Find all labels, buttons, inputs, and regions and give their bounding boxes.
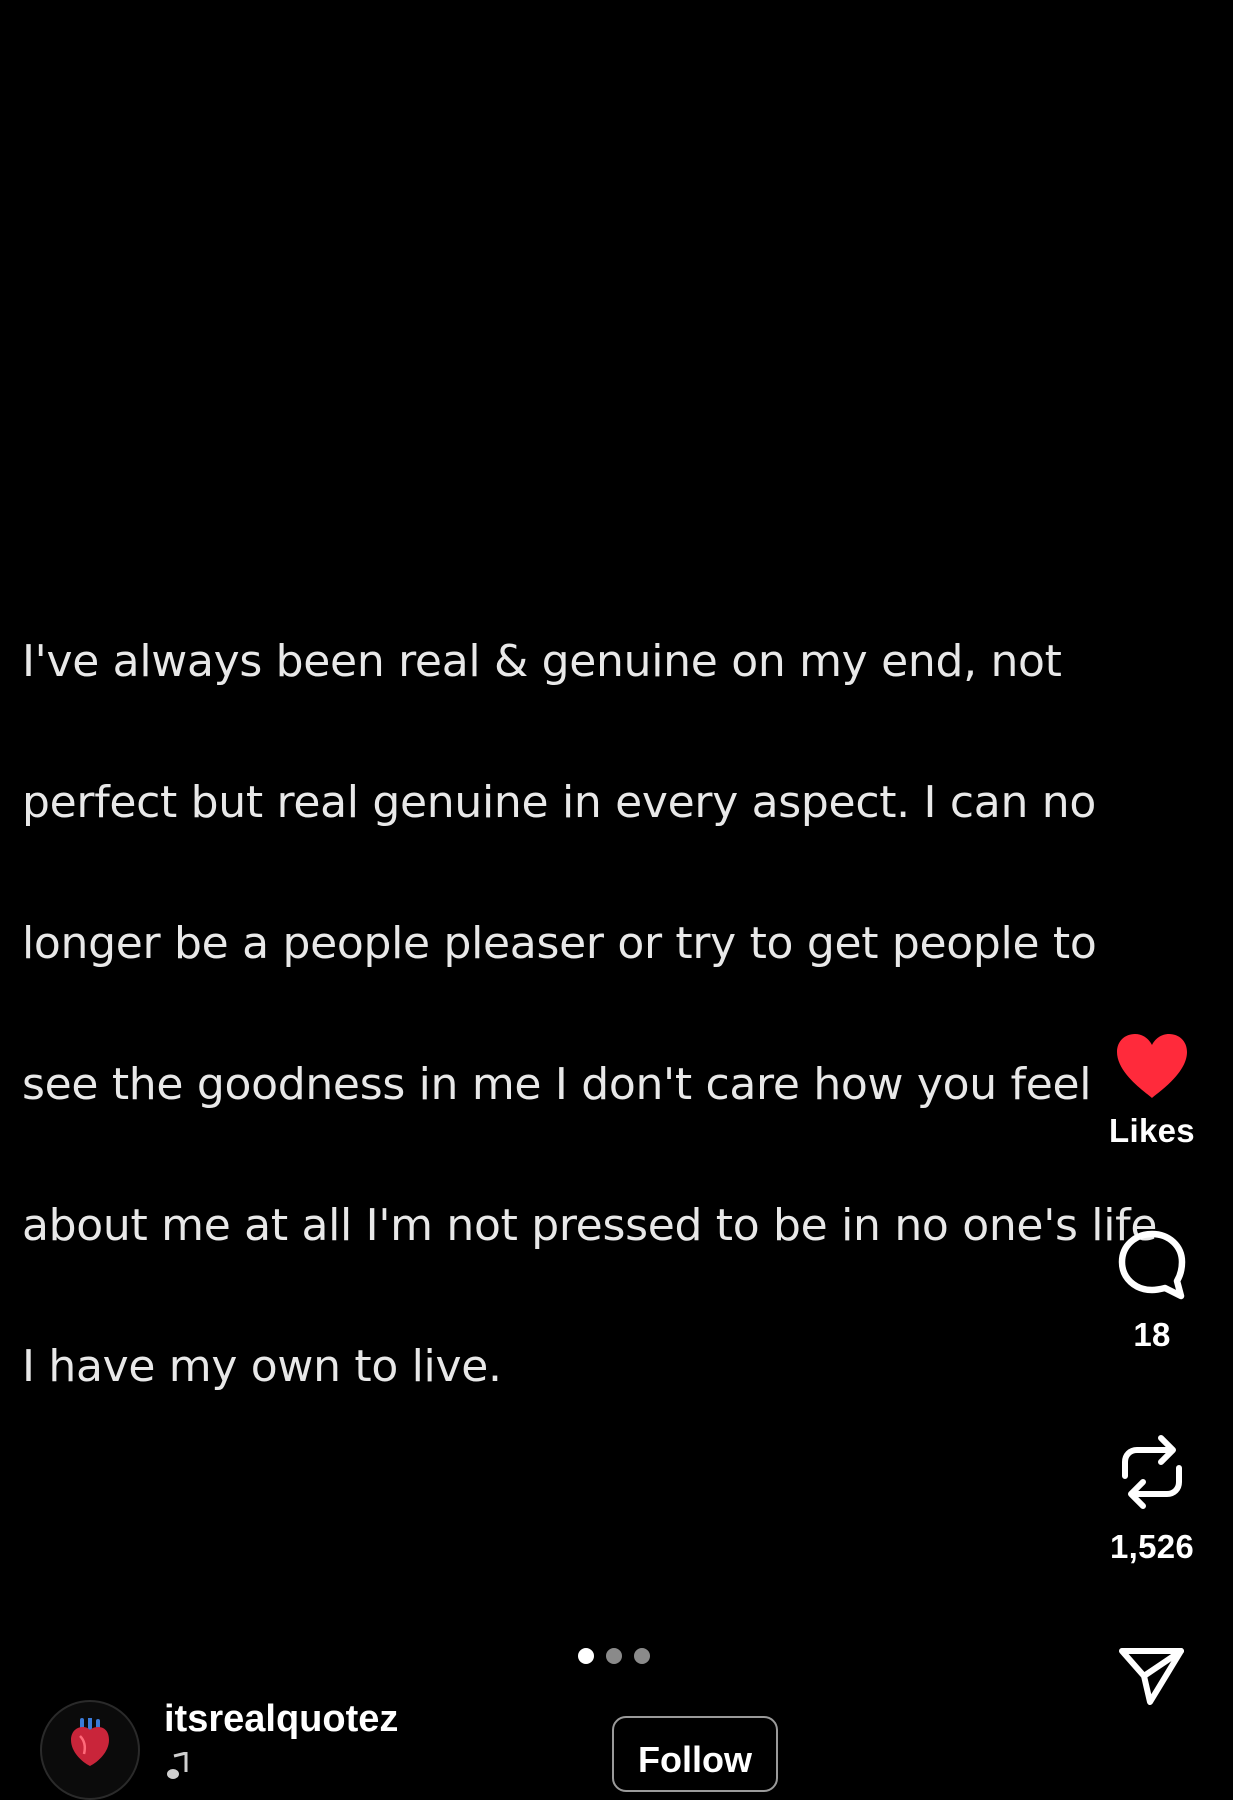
caption-line: about me at all I'm not pressed to be in… (22, 1199, 1158, 1251)
like-button[interactable]: Likes (1090, 1032, 1214, 1150)
author-username[interactable]: itsrealquotez (164, 1698, 398, 1741)
comment-count: 18 (1133, 1316, 1171, 1353)
repost-count: 1,526 (1109, 1528, 1195, 1565)
pager-dot[interactable] (606, 1648, 622, 1664)
post-caption: I've always been real & genuine on my en… (22, 556, 1222, 1402)
caption-line: longer be a people pleaser or try to get… (22, 917, 1097, 969)
avatar[interactable] (40, 1700, 140, 1800)
repost-button[interactable]: 1,526 (1090, 1428, 1214, 1566)
likes-label: Likes (1109, 1112, 1195, 1149)
pager-dot-active[interactable] (578, 1648, 594, 1664)
comment-bubble-icon (1118, 1230, 1186, 1300)
carousel-pager (578, 1648, 650, 1664)
music-note-icon (167, 1752, 188, 1779)
repost-arrows-icon (1122, 1435, 1182, 1509)
comment-button[interactable]: 18 (1090, 1228, 1214, 1354)
post-author-bar: itsrealquotez Follow (0, 1690, 1233, 1800)
pager-dot[interactable] (634, 1648, 650, 1664)
caption-line: I've always been real & genuine on my en… (22, 635, 1062, 687)
anatomical-heart-icon (71, 1718, 109, 1766)
caption-line: see the goodness in me I don't care how … (22, 1058, 1092, 1110)
music-line[interactable] (166, 1752, 188, 1780)
action-rail: Likes 18 1,526 (1090, 1020, 1214, 1740)
caption-line: I have my own to live. (22, 1340, 502, 1392)
caption-line: perfect but real genuine in every aspect… (22, 776, 1096, 828)
heart-icon (1117, 1034, 1187, 1098)
follow-button[interactable]: Follow (612, 1716, 778, 1792)
